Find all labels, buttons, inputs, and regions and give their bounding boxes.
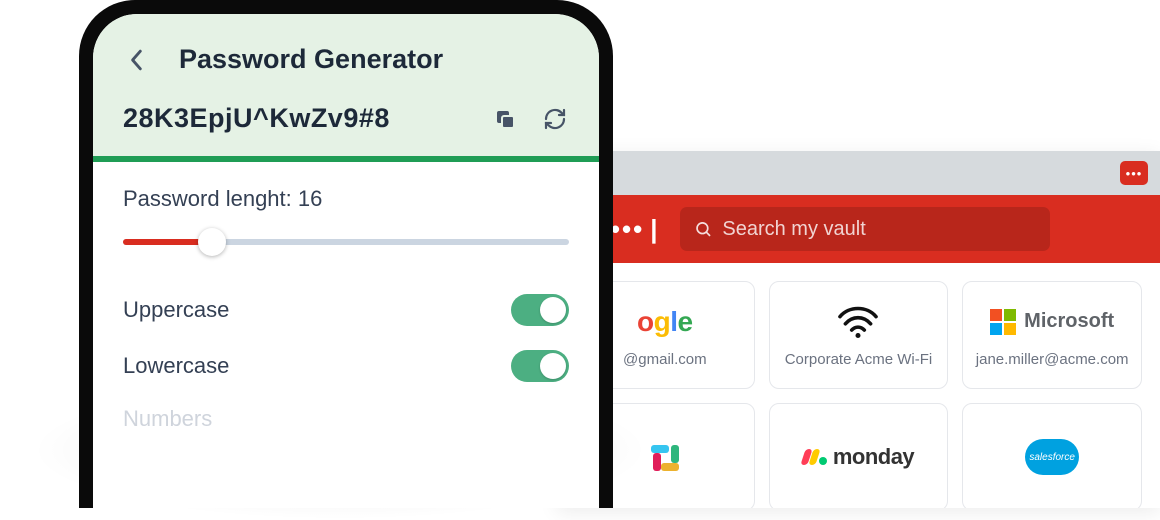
length-label: Password lenght: 16 <box>123 186 569 212</box>
generated-password: 28K3EpjU^KwZv9#8 <box>123 103 390 134</box>
search-icon <box>694 219 712 239</box>
vault-header: ss ••• | <box>557 195 1160 263</box>
vault-tile-monday[interactable]: monday <box>769 403 949 508</box>
back-button[interactable] <box>123 46 151 74</box>
toggle-uppercase[interactable] <box>511 294 569 326</box>
refresh-icon <box>543 107 567 131</box>
google-logo: ogle <box>637 303 693 341</box>
brand-dots: ••• <box>611 214 644 245</box>
page-title: Password Generator <box>179 44 443 75</box>
option-uppercase: Uppercase <box>123 282 569 338</box>
wifi-icon <box>836 303 880 341</box>
phone-frame: Password Generator 28K3EpjU^KwZv9#8 Pass… <box>79 0 613 508</box>
brand-cursor: | <box>650 214 658 245</box>
slack-logo <box>649 438 681 476</box>
vault-tile-microsoft[interactable]: Microsoft jane.miller@acme.com <box>962 281 1142 389</box>
toggle-lowercase[interactable] <box>511 350 569 382</box>
tile-subtitle: jane.miller@acme.com <box>976 351 1129 368</box>
option-numbers: Numbers <box>123 394 569 444</box>
microsoft-logo: Microsoft <box>990 303 1114 341</box>
length-slider[interactable] <box>123 228 569 256</box>
search-input[interactable] <box>722 218 1036 241</box>
generator-header: Password Generator 28K3EpjU^KwZv9#8 <box>93 14 599 156</box>
ellipsis-icon: ••• <box>1126 167 1143 180</box>
vault-tile-wifi[interactable]: Corporate Acme Wi-Fi <box>769 281 949 389</box>
vault-tile-salesforce[interactable]: salesforce <box>962 403 1142 508</box>
option-label: Lowercase <box>123 353 229 379</box>
option-label: Uppercase <box>123 297 229 323</box>
vault-search[interactable] <box>680 207 1050 251</box>
copy-button[interactable] <box>491 105 519 133</box>
microsoft-wordmark: Microsoft <box>1024 310 1114 333</box>
chevron-left-icon <box>129 49 145 71</box>
monday-wordmark: monday <box>833 444 914 470</box>
tile-subtitle: Corporate Acme Wi-Fi <box>785 351 933 368</box>
phone-screen: Password Generator 28K3EpjU^KwZv9#8 Pass… <box>93 14 599 508</box>
copy-icon <box>493 107 517 131</box>
salesforce-wordmark: salesforce <box>1029 452 1075 463</box>
tile-subtitle: @gmail.com <box>623 351 707 368</box>
slider-thumb[interactable] <box>198 228 226 256</box>
salesforce-logo: salesforce <box>1025 438 1079 476</box>
monday-logo: monday <box>803 438 914 476</box>
option-label: Numbers <box>123 406 212 432</box>
regenerate-button[interactable] <box>541 105 569 133</box>
browser-tabbar: ••• <box>557 151 1160 195</box>
lastpass-extension-badge[interactable]: ••• <box>1120 161 1148 185</box>
option-lowercase: Lowercase <box>123 338 569 394</box>
